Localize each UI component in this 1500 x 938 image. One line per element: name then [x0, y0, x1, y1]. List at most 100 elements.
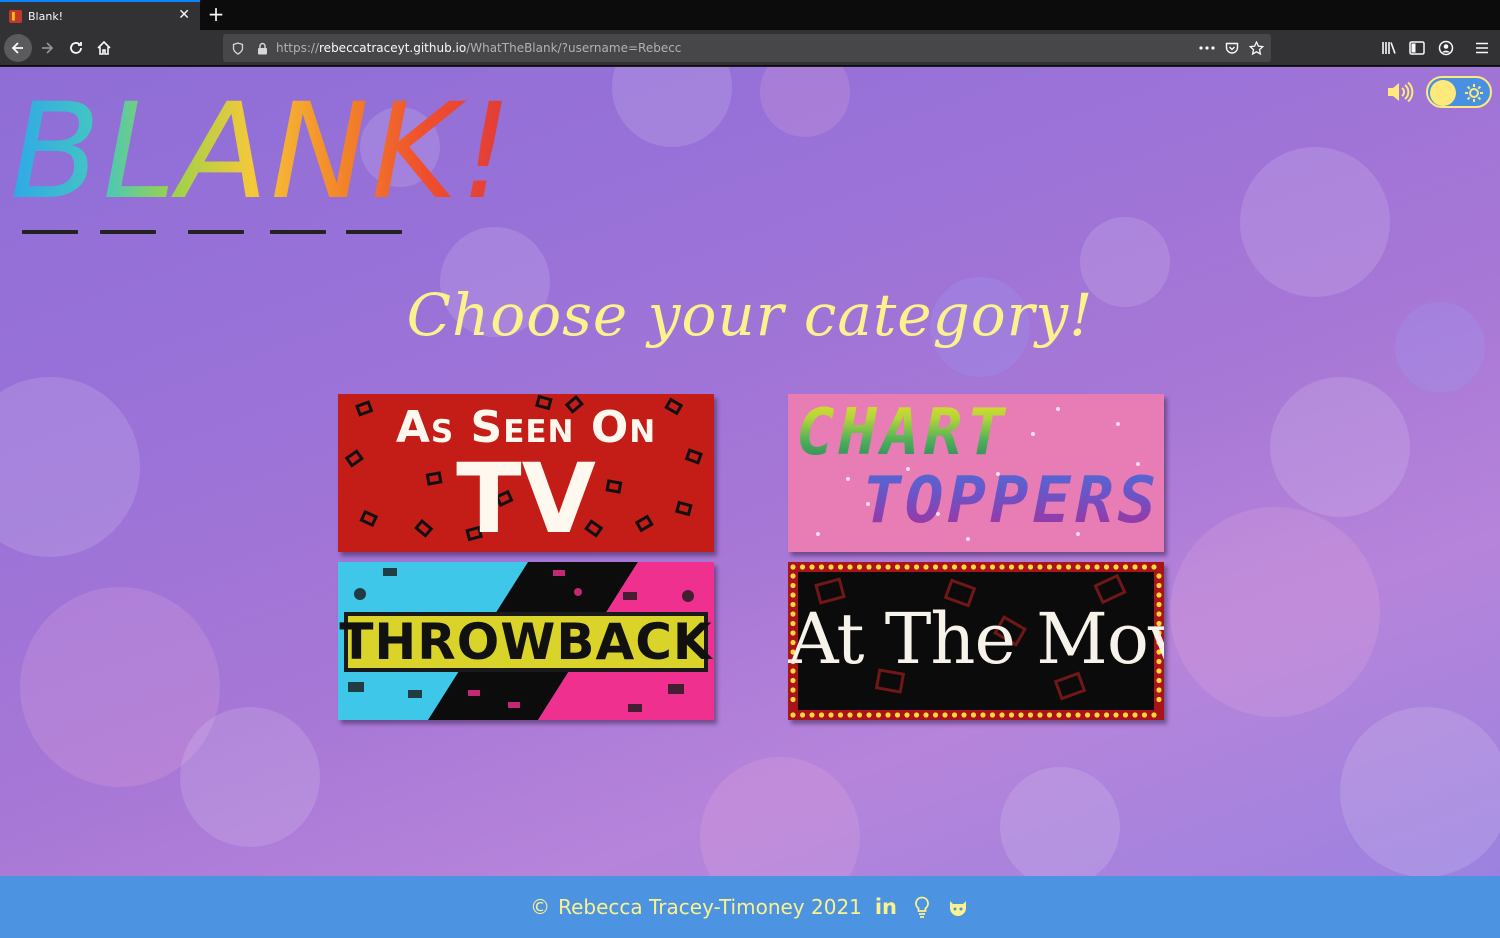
- bokeh-decoration: [760, 67, 850, 137]
- github-icon: [949, 901, 966, 916]
- bokeh-decoration: [1000, 767, 1120, 876]
- back-arrow-icon: [11, 42, 23, 54]
- category-card-throwback[interactable]: THROWBACK: [338, 562, 714, 720]
- reload-icon: [70, 42, 82, 54]
- marquee-light: [1156, 696, 1162, 703]
- shield-icon[interactable]: [229, 39, 247, 57]
- lock-icon[interactable]: [253, 39, 271, 57]
- bokeh-decoration: [1240, 147, 1390, 297]
- marquee-light: [1156, 573, 1162, 579]
- bookmark-star-icon[interactable]: [1247, 39, 1265, 57]
- marquee-light: [885, 712, 891, 718]
- toggle-knob: [1430, 80, 1456, 106]
- marquee-light: [1122, 712, 1129, 718]
- marquee-light: [1008, 712, 1015, 718]
- reload-button[interactable]: [62, 34, 90, 62]
- footer-credit: Rebecca Tracey-Timoney 2021: [558, 895, 862, 919]
- home-button[interactable]: [90, 34, 118, 62]
- app-menu-button[interactable]: [1468, 34, 1496, 62]
- marquee-light: [1056, 564, 1062, 570]
- marquee-light: [1056, 712, 1062, 718]
- marquee-light: [828, 712, 834, 718]
- logo-text: BLANK!: [10, 75, 515, 229]
- menu-icon: [1476, 42, 1488, 54]
- bokeh-decoration: [1340, 707, 1500, 876]
- category-card-at-the-movies[interactable]: At The Movies: [788, 562, 1164, 720]
- marquee-light: [894, 712, 901, 718]
- bokeh-decoration: [0, 377, 140, 557]
- marquee-light: [1018, 712, 1024, 718]
- marquee-light: [923, 564, 929, 570]
- marquee-light: [809, 564, 815, 570]
- marquee-light: [1027, 712, 1034, 718]
- marquee-light: [875, 712, 882, 718]
- browser-tab-bar: Blank! ✕ +: [0, 0, 1500, 30]
- bokeh-decoration: [612, 67, 732, 147]
- forward-button[interactable]: [33, 34, 61, 62]
- lightbulb-link[interactable]: [910, 895, 934, 919]
- bokeh-decoration: [700, 757, 860, 876]
- pocket-icon[interactable]: [1223, 39, 1241, 57]
- marquee-light: [1037, 564, 1043, 570]
- logo-dash: [100, 230, 156, 234]
- library-button[interactable]: [1375, 34, 1403, 62]
- marquee-light: [999, 564, 1005, 570]
- marquee-light: [951, 712, 958, 718]
- sun-icon: [1465, 84, 1483, 102]
- category-card-chart-toppers[interactable]: CHART TOPPERS: [788, 394, 1164, 552]
- marquee-light: [856, 712, 863, 718]
- marquee-light: [1037, 712, 1043, 718]
- marquee-light: [790, 696, 796, 703]
- tab-title: Blank!: [28, 9, 64, 23]
- category-title: THROWBACK: [339, 613, 713, 671]
- github-link[interactable]: [946, 895, 970, 919]
- marquee-light: [961, 564, 967, 570]
- linkedin-icon: in: [874, 895, 897, 919]
- marquee-light: [856, 564, 863, 570]
- theme-toggle[interactable]: [1426, 76, 1492, 108]
- browser-tab[interactable]: Blank! ✕: [0, 0, 200, 30]
- marquee-light: [875, 564, 882, 570]
- sound-toggle-button[interactable]: [1386, 80, 1414, 104]
- marquee-light: [894, 564, 901, 570]
- marquee-light: [837, 712, 844, 718]
- category-card-as-seen-on-tv[interactable]: As Seen On TV: [338, 394, 714, 552]
- account-button[interactable]: [1432, 34, 1460, 62]
- copyright-icon: ©: [530, 895, 551, 919]
- linkedin-link[interactable]: in: [874, 895, 898, 919]
- marquee-light: [1094, 564, 1100, 570]
- logo-dash: [22, 230, 78, 234]
- marquee-light: [809, 712, 815, 718]
- marquee-light: [790, 564, 796, 570]
- marquee-light: [837, 564, 844, 570]
- marquee-light: [942, 712, 948, 718]
- category-title-line2: TOPPERS: [862, 464, 1160, 538]
- speaker-icon: [1388, 81, 1414, 103]
- logo[interactable]: BLANK!: [10, 77, 513, 234]
- logo-dash: [346, 230, 402, 234]
- marquee-light: [970, 712, 977, 718]
- marquee-light: [1113, 712, 1119, 718]
- marquee-light: [1103, 712, 1110, 718]
- url-text[interactable]: https://rebeccatraceyt.github.io/WhatThe…: [276, 41, 681, 55]
- marquee-light: [932, 564, 939, 570]
- marquee-light: [799, 564, 806, 570]
- sidebar-button[interactable]: [1403, 34, 1431, 62]
- marquee-light: [1132, 712, 1138, 718]
- bokeh-decoration: [1270, 377, 1410, 517]
- tab-close-button[interactable]: ✕: [178, 8, 190, 22]
- more-icon[interactable]: [1198, 39, 1216, 57]
- marquee-light: [942, 564, 948, 570]
- marquee-light: [970, 564, 977, 570]
- new-tab-button[interactable]: +: [205, 4, 227, 24]
- back-button[interactable]: [4, 34, 32, 62]
- page: BLANK! Choose your category! As Seen On …: [0, 67, 1500, 876]
- home-icon: [97, 40, 111, 55]
- marquee-light: [1027, 564, 1034, 570]
- marquee-light: [818, 712, 825, 718]
- marquee-light: [1122, 564, 1129, 570]
- marquee-light: [980, 712, 986, 718]
- marquee-light: [932, 712, 939, 718]
- marquee-light: [913, 564, 920, 570]
- url-bar[interactable]: https://rebeccatraceyt.github.io/WhatThe…: [223, 34, 1271, 62]
